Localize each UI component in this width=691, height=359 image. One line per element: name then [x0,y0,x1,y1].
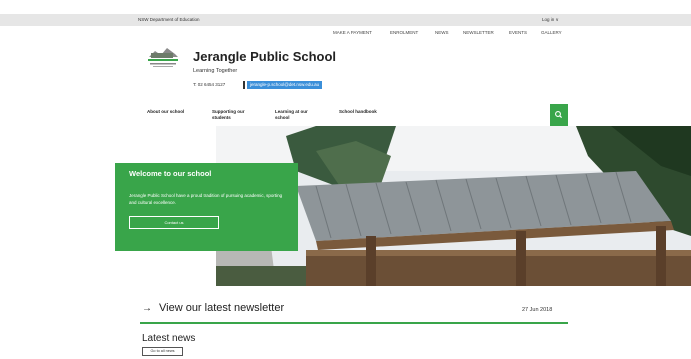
nav-about-our-school[interactable]: About our school [147,109,197,115]
util-nav-enrolment[interactable]: ENROLMENT [390,30,418,35]
school-phone: T: 02 6454 3127 [193,82,226,87]
email-icon [243,81,245,89]
go-to-all-news-button[interactable]: Go to all news [142,347,183,356]
top-bar: NSW Department of Education Log in ∨ [0,14,691,26]
nav-learning-at-our-school[interactable]: Learning at our school [275,109,323,120]
newsletter-divider [140,322,568,324]
arrow-right-icon: → [142,303,152,314]
school-logo[interactable] [145,43,181,69]
department-name[interactable]: NSW Department of Education [138,17,200,22]
school-name: Jerangle Public School [193,49,337,64]
util-nav-events[interactable]: EVENTS [509,30,527,35]
welcome-panel: Welcome to our school Jerangle Public Sc… [115,163,298,251]
util-nav-news[interactable]: NEWS [435,30,449,35]
utility-nav: MAKE A PAYMENT ENROLMENT NEWS NEWSLETTER… [0,30,691,38]
search-button[interactable] [550,104,568,126]
login-link[interactable]: Log in ∨ [542,17,559,23]
contact-us-button[interactable]: Contact us [129,216,219,229]
newsletter-date: 27 Jun 2018 [522,307,553,313]
latest-news-heading: Latest news [142,333,196,344]
util-nav-make-a-payment[interactable]: MAKE A PAYMENT [333,30,372,35]
school-tagline: Learning Together [193,68,238,74]
util-nav-newsletter[interactable]: NEWSLETTER [463,30,494,35]
newsletter-link[interactable]: View our latest newsletter [159,302,284,314]
util-nav-gallery[interactable]: GALLERY [541,30,562,35]
welcome-title: Welcome to our school [129,169,212,178]
welcome-text: Jerangle Public School have a proud trad… [129,193,283,205]
nav-school-handbook[interactable]: School handbook [339,109,394,115]
nav-supporting-our-students[interactable]: Supporting our students [212,109,260,120]
search-icon [555,111,563,119]
school-email-link[interactable]: jerangle-p.school@det.nsw.edu.au [247,81,323,89]
